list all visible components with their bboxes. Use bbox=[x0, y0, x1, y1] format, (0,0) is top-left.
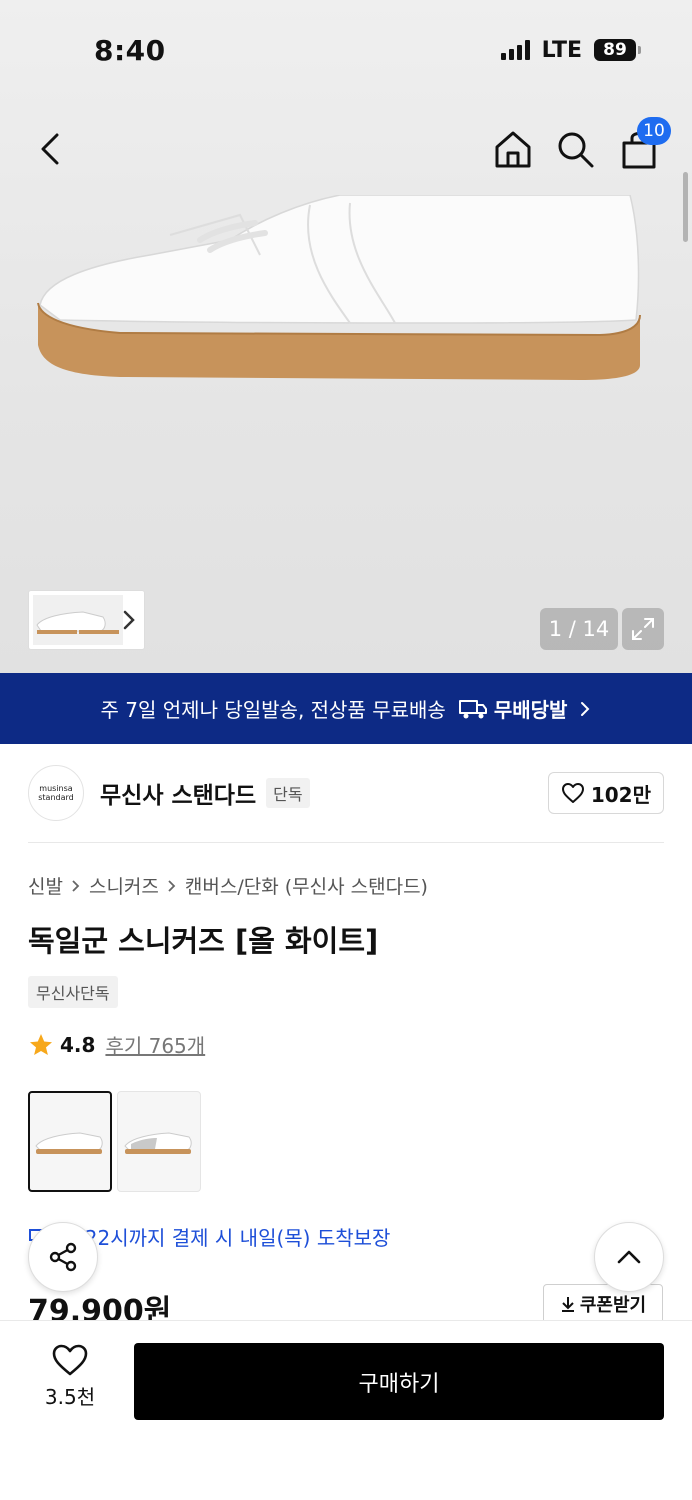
chevron-right-icon bbox=[72, 879, 80, 892]
status-indicators: LTE 89 bbox=[500, 37, 641, 63]
color-option[interactable] bbox=[117, 1091, 201, 1192]
delivery-text: 늘 22시까지 결제 시 내일(목) 도착보장 bbox=[60, 1226, 391, 1250]
delivery-truck-icon bbox=[458, 699, 487, 718]
thumbnail-strip[interactable] bbox=[28, 590, 145, 650]
search-button[interactable] bbox=[553, 127, 597, 171]
free-shipping-banner[interactable]: 주 7일 언제나 당일발송, 전상품 무료배송 무배당발 bbox=[0, 673, 692, 744]
breadcrumb: 신발 스니커즈 캔버스/단화 (무신사 스탠다드) bbox=[28, 872, 428, 899]
color-option-selected[interactable] bbox=[28, 1091, 112, 1192]
wishlist-count: 3.5천 bbox=[44, 1385, 96, 1409]
chevron-up-icon bbox=[617, 1250, 641, 1264]
review-link[interactable]: 후기 765개 bbox=[105, 1030, 205, 1059]
home-icon bbox=[495, 131, 531, 168]
scroll-indicator bbox=[683, 172, 688, 242]
back-button[interactable] bbox=[28, 127, 72, 171]
brand-exclusive-tag: 단독 bbox=[266, 778, 310, 808]
product-main-image bbox=[37, 195, 641, 380]
brand-logo-line1: musinsa bbox=[39, 784, 73, 793]
divider bbox=[28, 842, 664, 843]
share-icon bbox=[49, 1242, 77, 1272]
share-button[interactable] bbox=[28, 1222, 98, 1292]
buy-button[interactable]: 구매하기 bbox=[134, 1343, 664, 1420]
breadcrumb-item[interactable]: 스니커즈 bbox=[89, 872, 159, 899]
exclusive-tag: 무신사단독 bbox=[28, 976, 118, 1008]
product-page: 10 1 / 14 8:40 LTE 89 주 7일 언제나 당일발송, 전상품… bbox=[0, 0, 692, 1500]
banner-brand-label: 무배당발 bbox=[493, 698, 568, 722]
banner-text: 주 7일 언제나 당일발송, 전상품 무료배송 bbox=[100, 698, 446, 722]
coupon-button[interactable]: 쿠폰받기 bbox=[543, 1284, 663, 1324]
status-bar: 8:40 LTE 89 bbox=[0, 0, 692, 100]
banner-brand: 무배당발 bbox=[458, 694, 568, 723]
brand-row: musinsa standard 무신사 스탠다드 단독 102만 bbox=[28, 765, 664, 821]
coupon-label: 쿠폰받기 bbox=[579, 1295, 647, 1316]
rating-row: 4.8 후기 765개 bbox=[28, 1030, 205, 1059]
color-option-image bbox=[124, 1131, 192, 1154]
brand-logo[interactable]: musinsa standard bbox=[28, 765, 84, 821]
bottom-action-bar: 3.5천 구매하기 bbox=[0, 1320, 692, 1500]
product-image-gallery[interactable]: 10 1 / 14 bbox=[0, 0, 692, 673]
download-icon bbox=[561, 1297, 574, 1312]
color-option-image bbox=[35, 1131, 103, 1154]
chevron-right-icon bbox=[123, 610, 135, 630]
star-icon bbox=[30, 1033, 52, 1055]
network-type: LTE bbox=[541, 37, 582, 63]
chevron-right-icon bbox=[581, 701, 590, 716]
signal-icon bbox=[500, 40, 530, 60]
rating-value: 4.8 bbox=[60, 1032, 96, 1057]
cart-button[interactable]: 10 bbox=[617, 117, 671, 171]
cart-count-badge: 10 bbox=[637, 117, 671, 145]
heart-icon bbox=[561, 783, 584, 803]
brand-like-count: 102만 bbox=[590, 782, 651, 807]
wishlist-button[interactable]: 3.5천 bbox=[30, 1343, 110, 1410]
heart-icon bbox=[52, 1344, 88, 1376]
battery-icon: 89 bbox=[594, 39, 641, 61]
brand-like-button[interactable]: 102만 bbox=[547, 772, 664, 814]
home-button[interactable] bbox=[491, 127, 535, 171]
breadcrumb-item[interactable]: 신발 bbox=[28, 872, 63, 899]
brand-name[interactable]: 무신사 스탠다드 bbox=[100, 776, 256, 810]
product-title: 독일군 스니커즈 [올 화이트] bbox=[28, 924, 379, 958]
status-time: 8:40 bbox=[94, 33, 166, 67]
thumbnail-image bbox=[33, 595, 123, 645]
image-counter: 1 / 14 bbox=[540, 608, 618, 650]
chevron-left-icon bbox=[41, 133, 59, 165]
scroll-top-button[interactable] bbox=[594, 1222, 664, 1292]
chevron-right-icon bbox=[168, 879, 176, 892]
breadcrumb-item[interactable]: 캔버스/단화 (무신사 스탠다드) bbox=[185, 872, 428, 899]
search-icon bbox=[558, 132, 594, 168]
brand-logo-line2: standard bbox=[38, 793, 74, 802]
expand-icon bbox=[632, 618, 654, 640]
expand-button[interactable] bbox=[622, 608, 664, 650]
